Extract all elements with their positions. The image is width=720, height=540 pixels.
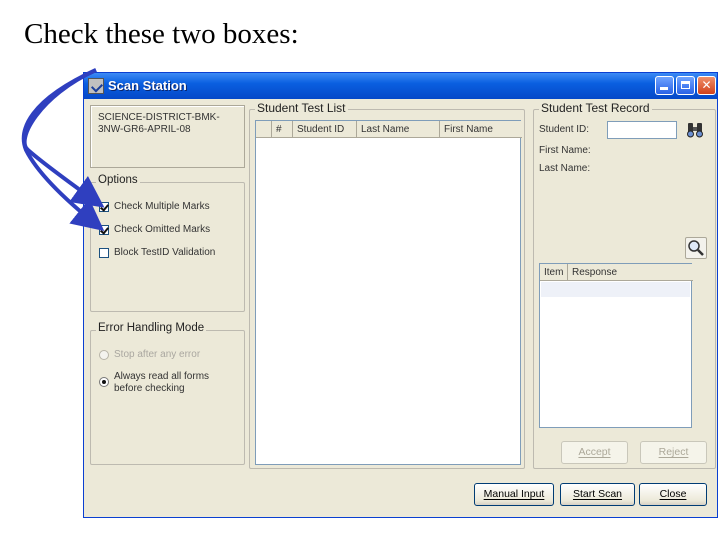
magnify-button[interactable]	[685, 237, 707, 259]
check-omitted-marks-label: Check Omitted Marks	[114, 224, 211, 235]
always-read-all-forms-radio[interactable]	[99, 377, 109, 387]
minimize-button[interactable]	[655, 76, 674, 95]
maximize-icon	[681, 81, 690, 89]
item-response-table[interactable]: Item Response	[539, 263, 693, 428]
title-bar[interactable]: Scan Station ✕	[84, 73, 717, 99]
error-handling-group: Error Handling Mode Stop after any error…	[90, 322, 245, 465]
last-name-label: Last Name:	[539, 163, 591, 174]
column-header-response[interactable]: Response	[568, 264, 693, 281]
slide-title: Check these two boxes:	[24, 18, 299, 50]
block-testid-validation-checkbox[interactable]	[99, 248, 109, 258]
student-id-label: Student ID:	[539, 124, 590, 135]
minimize-icon	[660, 87, 668, 90]
manual-input-button[interactable]: Manual Input	[474, 483, 554, 506]
column-header-first-name[interactable]: First Name	[440, 121, 522, 138]
stop-after-error-label: Stop after any error	[114, 349, 201, 360]
reject-button[interactable]: Reject	[640, 441, 707, 464]
student-test-list-table[interactable]: # Student ID Last Name First Name	[255, 120, 522, 465]
window-title: Scan Station	[108, 78, 187, 93]
accept-button[interactable]: Accept	[561, 441, 628, 464]
test-info-panel: SCIENCE-DISTRICT-BMK- 3NW-GR6-APRIL-08	[90, 105, 245, 168]
options-legend: Options	[96, 174, 140, 186]
column-header-item[interactable]: Item	[540, 264, 568, 281]
check-multiple-marks-label: Check Multiple Marks	[114, 201, 210, 212]
column-header-number[interactable]: #	[272, 121, 293, 138]
student-id-input[interactable]	[607, 121, 677, 139]
close-window-button[interactable]: ✕	[697, 76, 716, 95]
block-testid-validation-label: Block TestID Validation	[114, 247, 216, 258]
student-test-list-group: Student Test List # Student ID Last Name…	[249, 101, 525, 469]
binoculars-icon	[687, 123, 703, 138]
student-test-record-group: Student Test Record Student ID: First Na…	[533, 101, 716, 469]
column-header-blank[interactable]	[256, 121, 272, 138]
scan-station-window: Scan Station ✕ SCIENCE-DISTRICT-BMK- 3NW…	[83, 72, 718, 518]
test-id-text: SCIENCE-DISTRICT-BMK- 3NW-GR6-APRIL-08	[98, 112, 220, 135]
column-header-last-name[interactable]: Last Name	[357, 121, 440, 138]
always-read-all-forms-label: Always read all forms before checking	[114, 371, 210, 394]
first-name-label: First Name:	[539, 145, 591, 156]
start-scan-button[interactable]: Start Scan	[560, 483, 635, 506]
close-button[interactable]: Close	[639, 483, 707, 506]
student-test-list-legend: Student Test List	[255, 101, 348, 115]
column-header-student-id[interactable]: Student ID	[293, 121, 357, 138]
maximize-button[interactable]	[676, 76, 695, 95]
check-omitted-marks-checkbox[interactable]	[99, 225, 109, 235]
binoculars-search-button[interactable]	[684, 119, 706, 141]
app-check-icon	[88, 78, 104, 94]
options-group: Options Check Multiple Marks Check Omitt…	[90, 174, 245, 312]
magnifier-icon	[688, 240, 704, 256]
table-row[interactable]	[541, 282, 690, 297]
student-test-record-legend: Student Test Record	[539, 101, 652, 115]
stop-after-error-radio[interactable]	[99, 350, 109, 360]
check-multiple-marks-checkbox[interactable]	[99, 202, 109, 212]
error-handling-legend: Error Handling Mode	[96, 322, 207, 334]
